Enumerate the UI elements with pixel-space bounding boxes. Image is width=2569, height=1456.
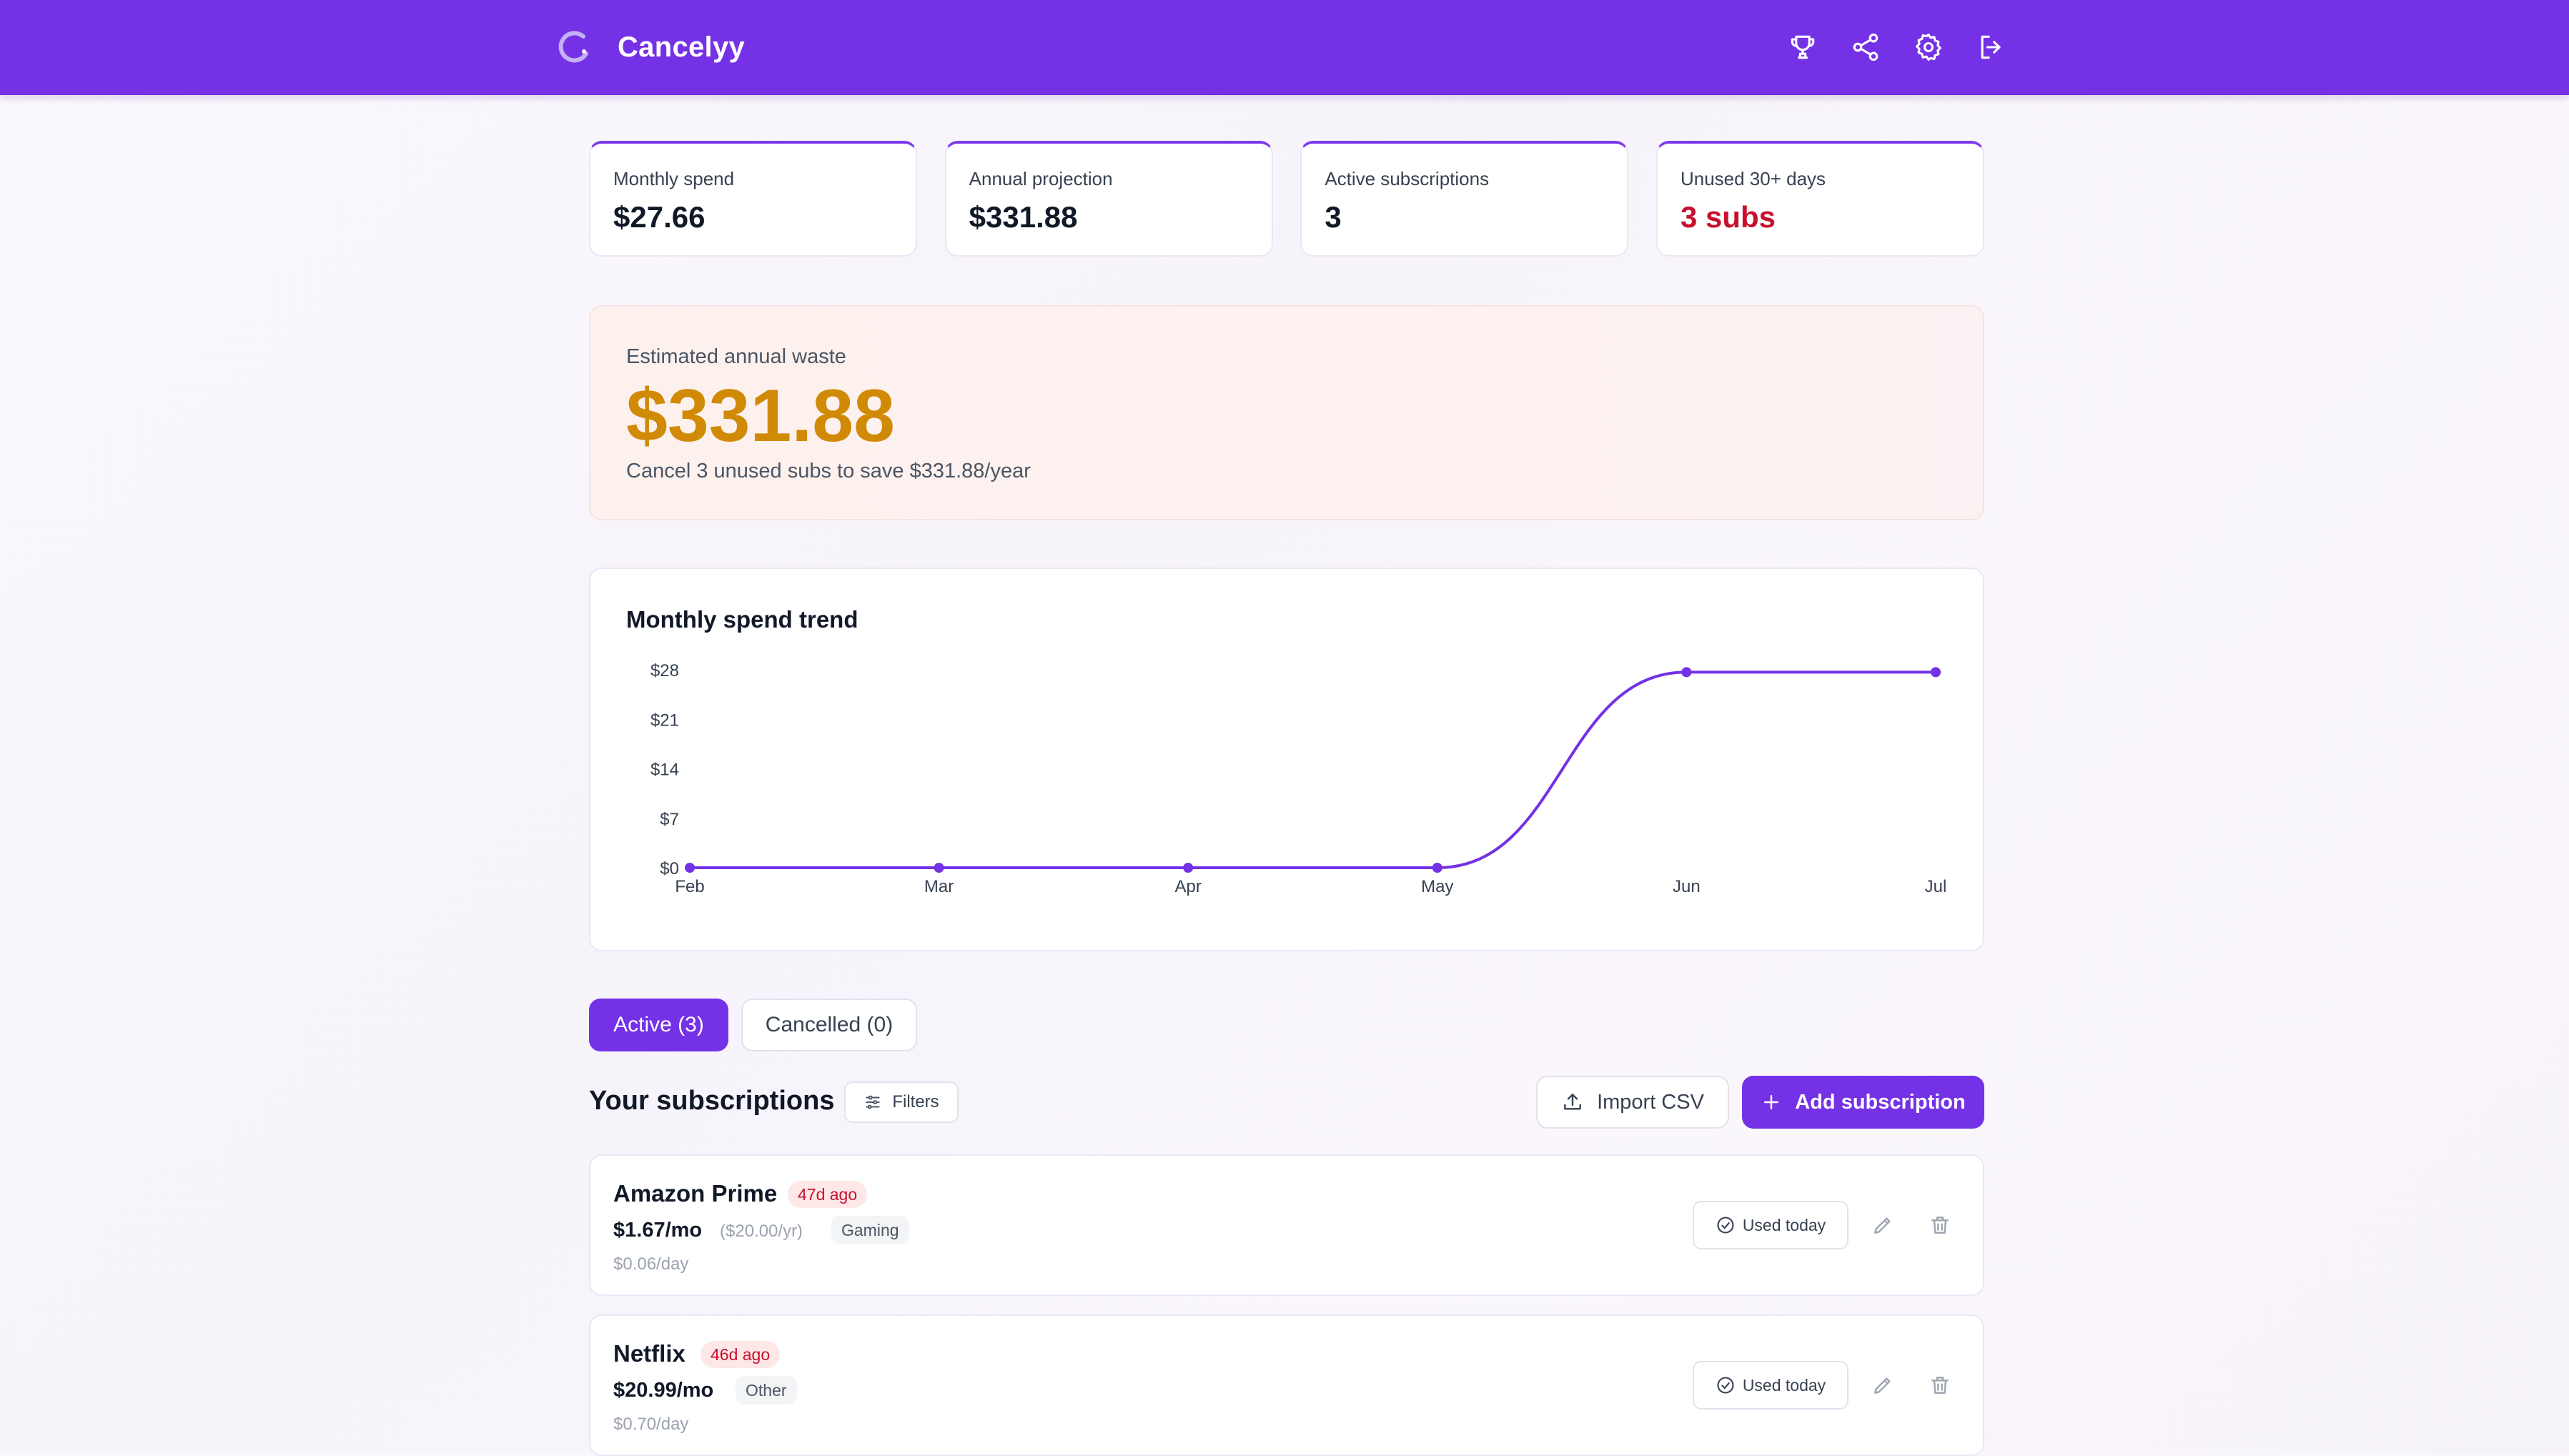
brand[interactable]: Cancelyy	[555, 26, 745, 69]
subscription-name: Amazon Prime	[613, 1180, 778, 1207]
subscription-tabs: Active (3) Cancelled (0)	[589, 999, 917, 1051]
data-point	[1432, 863, 1442, 873]
plus-icon	[1764, 1095, 1779, 1109]
daily-price: $0.06/day	[613, 1254, 689, 1274]
filter-sliders-icon	[866, 1095, 880, 1109]
tab-active[interactable]: Active (3)	[589, 999, 728, 1051]
check-circle-icon	[1717, 1377, 1734, 1394]
stat-value: $27.66	[613, 200, 706, 234]
subscriptions-title: Your subscriptions	[589, 1086, 835, 1116]
subscription-card: Netflix 46d ago $20.99/mo Other $0.70/da…	[589, 1314, 1984, 1456]
y-tick-label: $21	[650, 710, 679, 730]
x-tick-label: May	[1421, 877, 1453, 896]
spend-trend-chart: $0 $7 $14 $21 $28 Feb Mar Apr May Jun Jul	[650, 661, 1947, 896]
stat-label: Monthly spend	[613, 168, 735, 189]
filters-button[interactable]: Filters	[844, 1081, 959, 1123]
stat-value: $331.88	[969, 200, 1078, 234]
x-tick-label: Mar	[924, 877, 954, 896]
stat-value: 3 subs	[1680, 200, 1776, 234]
used-today-button[interactable]: Used today	[1693, 1201, 1848, 1249]
stat-label: Unused 30+ days	[1680, 168, 1826, 189]
x-tick-label: Jun	[1673, 877, 1701, 896]
category-badge: Gaming	[831, 1216, 909, 1244]
data-point	[685, 863, 695, 873]
yearly-price: ($20.00/yr)	[720, 1222, 803, 1241]
logout-icon[interactable]	[1974, 30, 2009, 64]
data-point	[1931, 667, 1941, 678]
share-icon[interactable]	[1848, 30, 1883, 64]
app-name: Cancelyy	[618, 31, 746, 63]
add-subscription-button[interactable]: Add subscription	[1742, 1076, 1984, 1129]
last-used-badge: 46d ago	[701, 1341, 781, 1368]
trash-icon[interactable]	[1927, 1212, 1953, 1238]
import-csv-button[interactable]: Import CSV	[1536, 1076, 1729, 1129]
used-today-button[interactable]: Used today	[1693, 1361, 1848, 1410]
daily-price: $0.70/day	[613, 1415, 689, 1434]
x-tick-label: Feb	[675, 877, 704, 896]
stat-label: Annual projection	[969, 168, 1113, 189]
stat-card-active-subscriptions: Active subscriptions 3	[1300, 141, 1629, 257]
upload-icon	[1564, 1094, 1581, 1110]
edit-icon[interactable]	[1870, 1212, 1896, 1238]
y-tick-label: $28	[650, 661, 679, 680]
trash-icon[interactable]	[1927, 1372, 1953, 1398]
monthly-price: $20.99/mo	[613, 1379, 714, 1402]
x-tick-label: Apr	[1175, 877, 1202, 896]
waste-card: Estimated annual waste $331.88 Cancel 3 …	[589, 305, 1984, 520]
x-tick-label: Jul	[1925, 877, 1947, 896]
stat-card-monthly-spend: Monthly spend $27.66	[589, 141, 917, 257]
used-today-label: Used today	[1742, 1215, 1826, 1234]
trophy-icon[interactable]	[1786, 30, 1820, 64]
y-tick-label: $14	[650, 761, 679, 780]
nav-actions	[1786, 30, 2009, 64]
stats-row: Monthly spend $27.66 Annual projection $…	[589, 141, 1984, 257]
data-point	[934, 863, 944, 873]
category-badge: Other	[736, 1376, 797, 1405]
series-line	[690, 670, 1936, 869]
data-point	[1183, 863, 1194, 873]
monthly-price: $1.67/mo	[613, 1219, 703, 1242]
top-navbar: Cancelyy	[0, 0, 2569, 95]
settings-icon[interactable]	[1911, 30, 1946, 64]
subscriptions-header: Your subscriptions Filters Import CSV Ad…	[589, 1076, 1984, 1129]
spend-trend-card: Monthly spend trend $0 $7 $14 $21 $28 Feb Mar A…	[589, 568, 1984, 951]
stat-card-unused: Unused 30+ days 3 subs	[1655, 141, 1984, 257]
stat-value: 3	[1325, 200, 1342, 234]
add-subscription-label: Add subscription	[1795, 1090, 1966, 1114]
subscription-name: Netflix	[613, 1340, 685, 1367]
stat-label: Active subscriptions	[1325, 168, 1490, 189]
y-tick-label: $0	[660, 859, 679, 878]
subscription-card: Amazon Prime 47d ago $1.67/mo ($20.00/yr…	[589, 1154, 1984, 1296]
last-used-badge: 47d ago	[788, 1181, 868, 1208]
check-circle-icon	[1717, 1217, 1734, 1234]
filters-label: Filters	[892, 1092, 939, 1111]
data-point	[1681, 667, 1692, 678]
logo-icon	[558, 31, 588, 63]
waste-subtext: Cancel 3 unused subs to save $331.88/yea…	[626, 460, 1031, 483]
y-tick-label: $7	[660, 810, 679, 829]
tab-cancelled[interactable]: Cancelled (0)	[741, 999, 917, 1051]
stat-card-annual-projection: Annual projection $331.88	[944, 141, 1273, 257]
edit-icon[interactable]	[1870, 1372, 1896, 1398]
used-today-label: Used today	[1742, 1375, 1826, 1395]
waste-label: Estimated annual waste	[626, 345, 846, 368]
import-csv-label: Import CSV	[1597, 1090, 1704, 1114]
waste-amount: $331.88	[626, 375, 895, 457]
